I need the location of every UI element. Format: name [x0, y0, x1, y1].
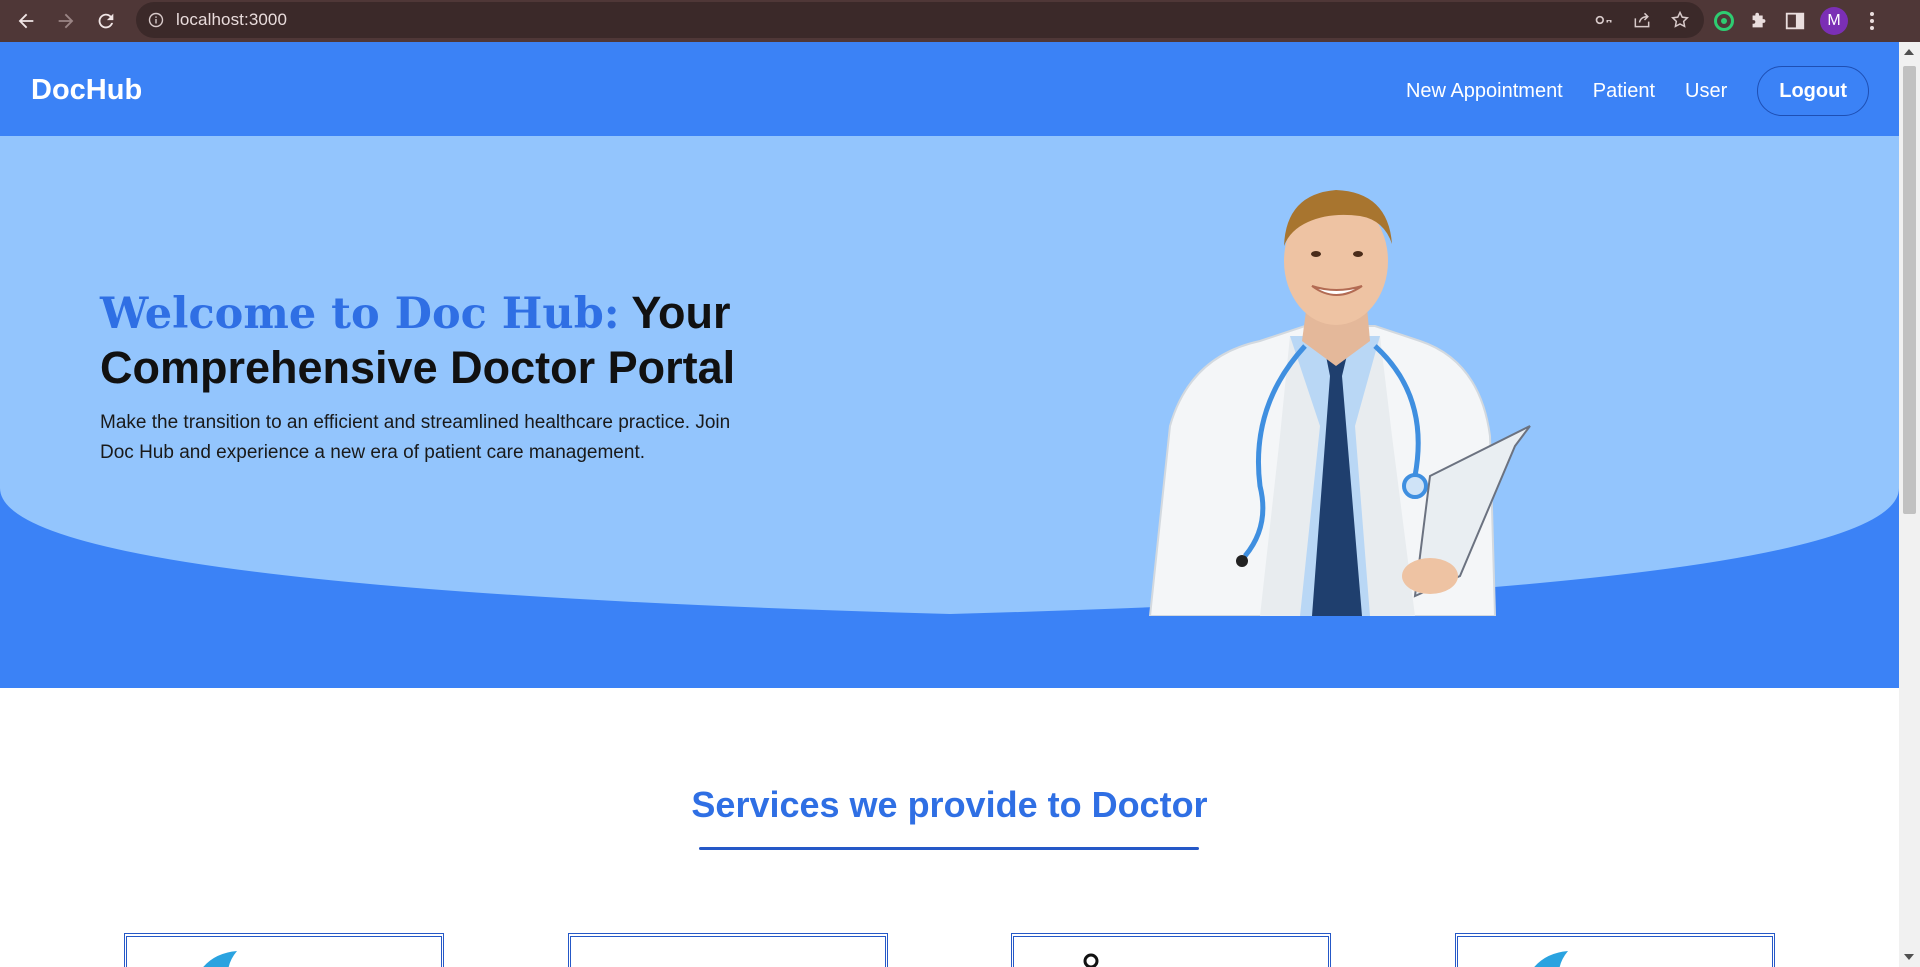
side-panel-icon[interactable] [1784, 10, 1806, 32]
nav-links: New Appointment Patient User Logout [1376, 66, 1869, 116]
url-text: localhost:3000 [176, 10, 288, 29]
puzzle-icon[interactable] [1748, 10, 1770, 32]
profile-avatar[interactable]: M [1820, 7, 1848, 35]
brand-logo[interactable]: DocHub [31, 74, 142, 107]
arrow-right-icon [58, 13, 74, 29]
reload-icon [98, 13, 114, 29]
address-bar[interactable]: localhost:3000 [136, 2, 1704, 38]
navbar: DocHub New Appointment Patient User Logo… [0, 42, 1899, 136]
service-card[interactable] [568, 933, 888, 967]
hero-title: Welcome to Doc Hub: Your Comprehensive D… [100, 286, 800, 395]
service-blue-shape-icon [1534, 951, 1568, 967]
doctor-illustration [1148, 190, 1531, 616]
back-button[interactable] [6, 3, 46, 39]
scroll-up-arrow-icon[interactable] [1904, 49, 1914, 55]
share-icon[interactable] [1632, 10, 1652, 30]
hero-subtitle: Make the transition to an efficient and … [100, 412, 731, 463]
site-info-button[interactable] [136, 12, 176, 28]
page-scrollbar[interactable] [1899, 42, 1920, 967]
service-grey-shape-icon [641, 949, 681, 967]
forward-button[interactable] [46, 3, 86, 39]
page-viewport: DocHub New Appointment Patient User Logo… [0, 42, 1899, 967]
service-card[interactable] [124, 933, 444, 967]
service-card[interactable] [1011, 933, 1331, 967]
service-blue-shape-icon [203, 951, 237, 967]
scrollbar-thumb[interactable] [1903, 66, 1916, 514]
browser-toolbar: localhost:3000 M [0, 0, 1920, 42]
service-card[interactable] [1455, 933, 1775, 967]
kebab-menu-icon[interactable] [1862, 12, 1882, 30]
hero-section: Welcome to Doc Hub: Your Comprehensive D… [0, 136, 1899, 688]
nav-new-appointment[interactable]: New Appointment [1406, 80, 1563, 103]
ring-extension-icon[interactable] [1714, 11, 1734, 31]
info-icon [148, 12, 164, 28]
nav-user[interactable]: User [1685, 80, 1727, 103]
star-icon[interactable] [1670, 10, 1690, 30]
nav-patient[interactable]: Patient [1593, 80, 1655, 103]
arrow-left-icon [18, 13, 34, 29]
reload-button[interactable] [86, 3, 126, 39]
hero-title-accent: Welcome to Doc Hub: [100, 289, 620, 339]
scroll-down-arrow-icon[interactable] [1904, 954, 1914, 960]
logout-button[interactable]: Logout [1757, 66, 1869, 116]
service-stethoscope-icon [1083, 953, 1099, 967]
key-icon[interactable] [1594, 10, 1614, 30]
services-title-underline [699, 847, 1199, 850]
services-title: Services we provide to Doctor [691, 784, 1208, 825]
